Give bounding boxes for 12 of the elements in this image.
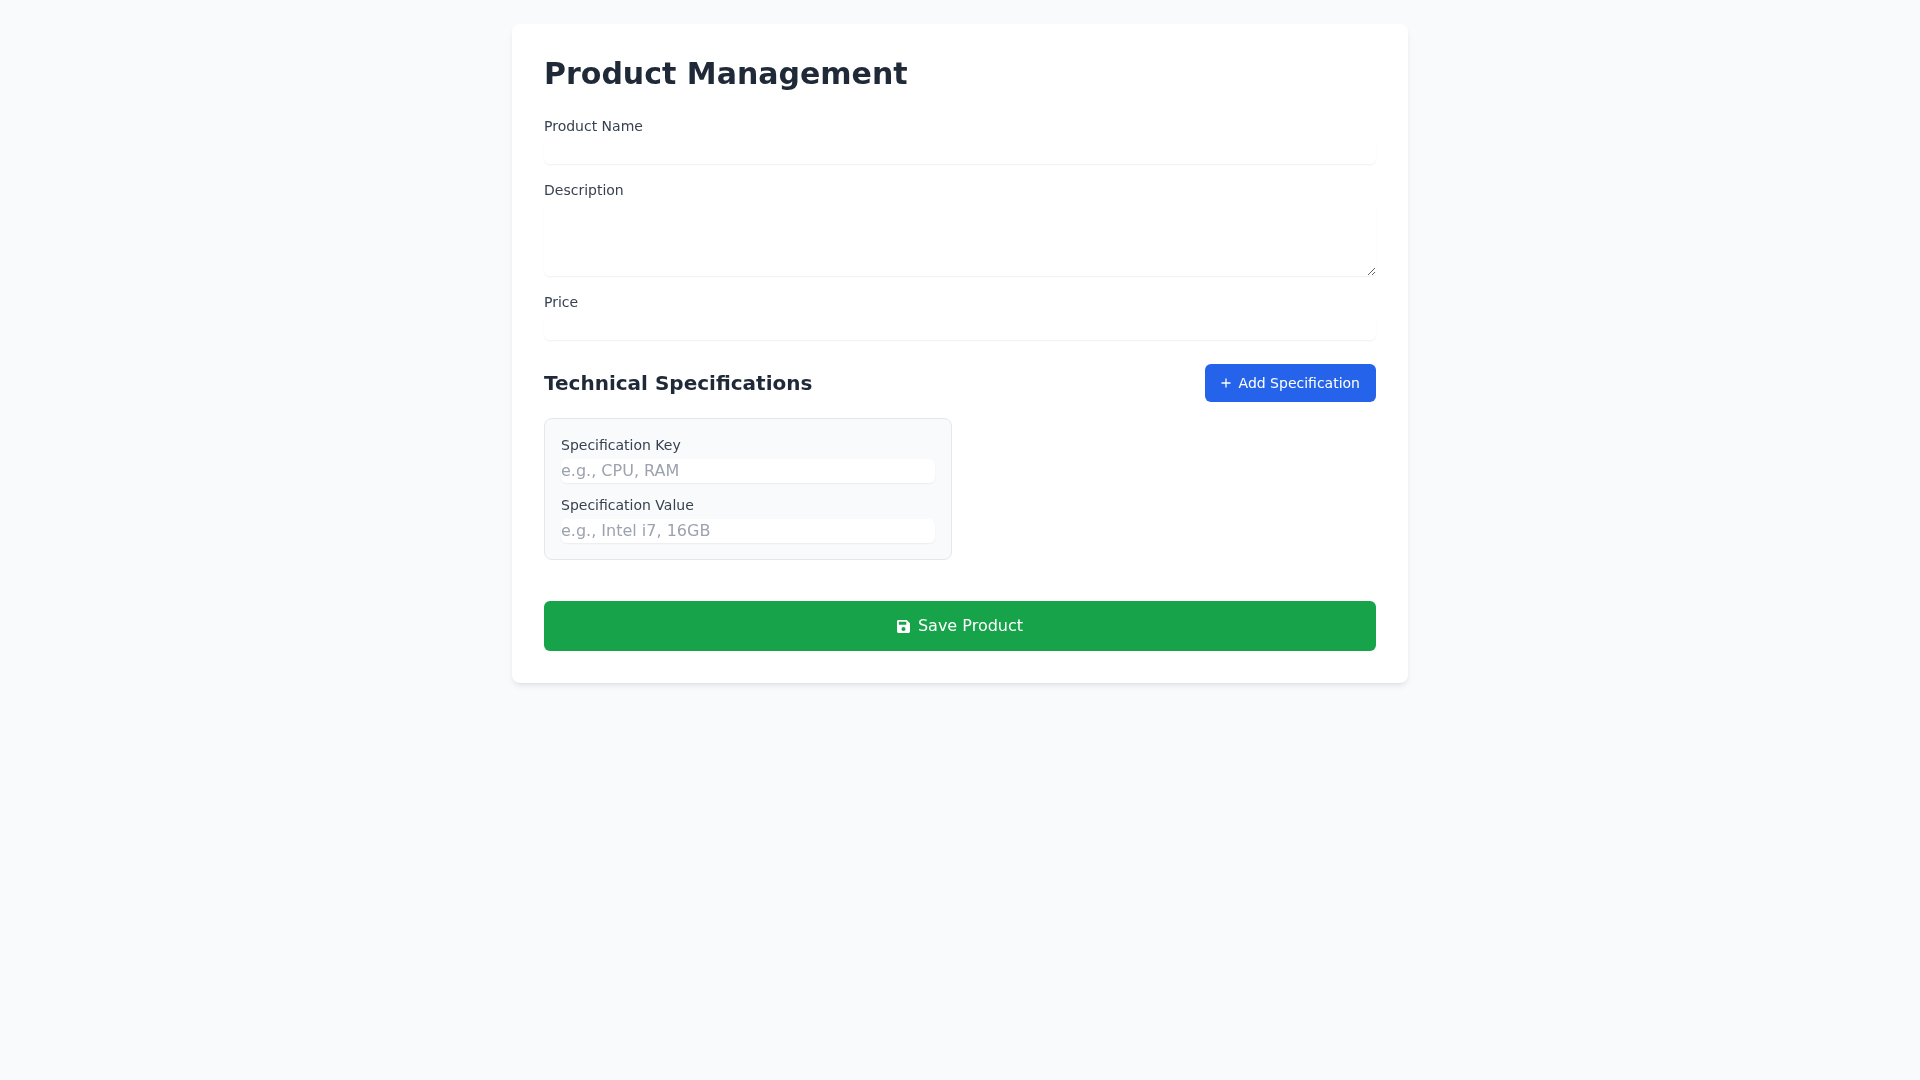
field-label: Description [544,181,624,200]
page-title: Product Management [544,56,909,92]
field-label: Specification Value [561,496,694,515]
add-specification-button[interactable]: Add Specification [1204,364,1376,402]
field-label: Product Name [544,117,643,136]
input-field[interactable]: e.g., CPU, RAM [561,459,935,483]
field-label: Price [544,293,579,312]
save-button[interactable]: Save Product [544,601,1376,651]
plus-icon [1220,378,1231,388]
field-label: Specification Key [561,436,681,455]
input-field[interactable]: e.g., Intel i7, 16GB [561,519,935,543]
section-heading: Technical Specifications [544,370,813,397]
